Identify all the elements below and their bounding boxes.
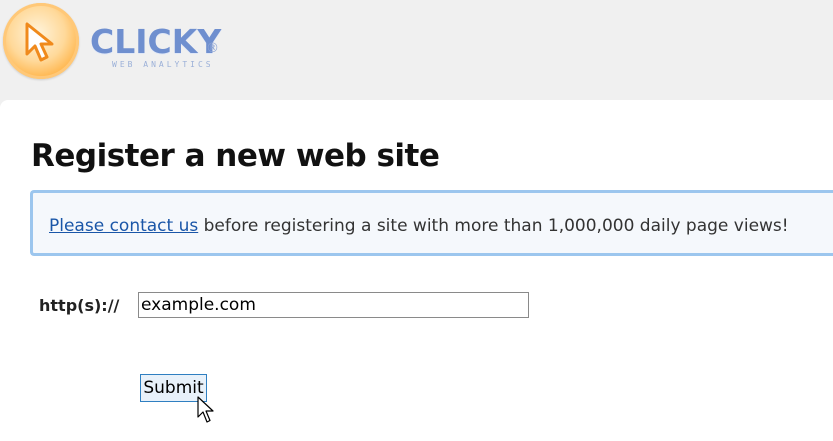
logo-wordmark: CLICKY — [90, 22, 222, 61]
notice-text: Please contact us before registering a s… — [49, 216, 789, 236]
notice-box: Please contact us before registering a s… — [30, 190, 833, 256]
notice-message: before registering a site with more than… — [198, 216, 789, 236]
mouse-pointer-icon — [197, 396, 214, 423]
contact-us-link[interactable]: Please contact us — [49, 216, 198, 236]
site-header: CLICKY ® WEB ANALYTICS — [0, 0, 833, 100]
clicky-logo-icon[interactable] — [3, 3, 79, 79]
site-url-input[interactable] — [138, 292, 529, 318]
logo-tagline: WEB ANALYTICS — [112, 60, 214, 69]
registered-mark: ® — [206, 41, 219, 56]
main-content: Register a new web site Please contact u… — [0, 100, 833, 441]
protocol-label: http(s):// — [39, 296, 120, 315]
cursor-arrow-icon — [25, 22, 54, 62]
page-title: Register a new web site — [31, 138, 440, 174]
